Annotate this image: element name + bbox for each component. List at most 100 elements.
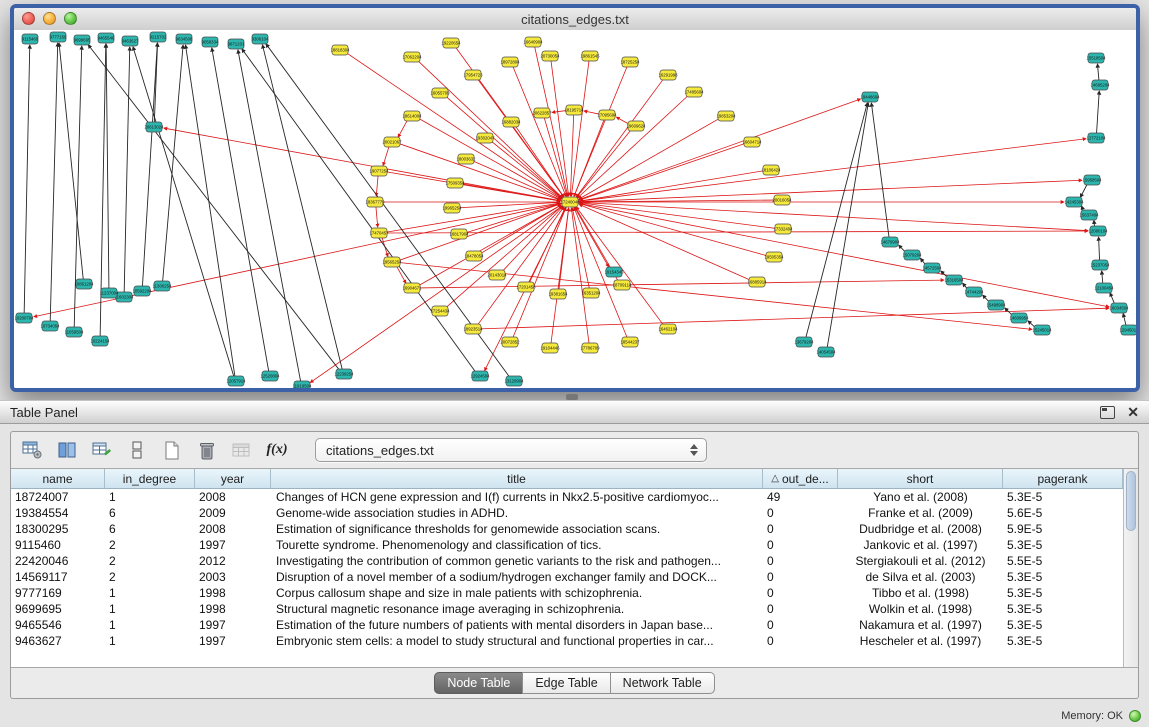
graph-node[interactable]: 20622857 (532, 108, 552, 118)
graph-node[interactable]: 19448694 (860, 92, 880, 102)
tab-edge-table[interactable]: Edge Table (522, 672, 610, 694)
table-row[interactable]: 1456911722003Disruption of a novel membe… (11, 569, 1123, 585)
delete-column-icon[interactable] (194, 437, 220, 463)
graph-node[interactable]: 18003632 (456, 154, 476, 164)
graph-node[interactable]: 19505354 (764, 252, 784, 262)
column-header-year[interactable]: year (195, 469, 271, 488)
column-header-out-degree[interactable]: △out_de... (763, 469, 838, 488)
float-panel-icon[interactable] (1100, 406, 1115, 419)
graph-node[interactable]: 14744204 (964, 287, 984, 297)
graph-node[interactable]: 12239254 (334, 369, 354, 379)
graph-node[interactable]: 18106424 (761, 165, 781, 175)
graph-node[interactable]: 16351204 (581, 288, 601, 298)
graph-node[interactable]: 16640904 (523, 37, 543, 47)
graph-node[interactable]: 20730054 (540, 51, 560, 61)
table-mode-icon[interactable] (19, 437, 45, 463)
graph-node[interactable]: 16291998 (658, 70, 678, 80)
graph-node[interactable]: 19609624 (626, 121, 646, 131)
graph-node[interactable]: 16604714 (742, 137, 762, 147)
graph-node[interactable]: 19861545 (580, 51, 600, 61)
graph-node[interactable]: 15245014 (1032, 325, 1052, 335)
tab-node-table[interactable]: Node Table (434, 672, 523, 694)
graph-node[interactable]: 16055709 (430, 88, 450, 98)
window-minimize-button[interactable] (43, 12, 56, 25)
graph-node[interactable]: 18478054 (464, 251, 484, 261)
graph-node[interactable]: 12945014 (1119, 325, 1136, 335)
table-selector-dropdown[interactable]: citations_edges.txt (315, 438, 707, 462)
edit-table-icon[interactable] (89, 437, 115, 463)
graph-node[interactable]: 12520804 (260, 371, 280, 381)
graph-node[interactable]: 9463627 (122, 36, 139, 46)
graph-node[interactable]: 10592204 (132, 286, 152, 296)
graph-node[interactable]: 10861204 (74, 279, 94, 289)
graph-node[interactable]: 18195714 (564, 105, 584, 115)
graph-node[interactable]: 11919504 (293, 381, 312, 388)
graph-node[interactable]: 20613024 (144, 122, 164, 132)
graph-node[interactable]: 18614004 (402, 111, 422, 121)
graph-node[interactable]: 19853204 (716, 111, 736, 121)
graph-node[interactable]: 17240046 (560, 197, 580, 207)
graph-node[interactable]: 19077254 (369, 166, 389, 176)
import-table-icon[interactable] (229, 437, 255, 463)
graph-node[interactable]: 10200704 (14, 313, 34, 323)
graph-node[interactable]: 11306254 (153, 281, 172, 291)
graph-node[interactable]: 14679904 (880, 237, 900, 247)
window-titlebar[interactable]: citations_edges.txt (14, 8, 1136, 31)
function-builder-icon[interactable]: f(x) (264, 437, 290, 463)
graph-node[interactable]: 12100454 (1094, 283, 1114, 293)
graph-node[interactable]: 16885914 (747, 277, 767, 287)
column-header-pagerank[interactable]: pagerank (1003, 469, 1123, 488)
graph-node[interactable]: 12080104 (1088, 226, 1108, 236)
graph-node[interactable]: 19220654 (441, 38, 461, 48)
graph-node[interactable]: 17485604 (684, 87, 704, 97)
graph-node[interactable]: 17201458 (516, 282, 536, 292)
show-columns-icon[interactable] (54, 437, 80, 463)
table-row[interactable]: 911546021997Tourette syndrome. Phenomeno… (11, 537, 1123, 553)
graph-node[interactable]: 15237054 (1090, 260, 1110, 270)
graph-node[interactable]: 9777169 (50, 32, 67, 42)
graph-node[interactable]: 19104446 (540, 343, 560, 353)
new-column-icon[interactable] (159, 437, 185, 463)
graph-node[interactable]: 18972804 (500, 57, 520, 67)
window-close-button[interactable] (22, 12, 35, 25)
graph-node[interactable]: 18709114 (613, 280, 632, 290)
table-row[interactable]: 2242004622012Investigating the contribut… (11, 553, 1123, 569)
network-canvas[interactable]: 17240046 16291998 18725254 19861545 20730054… (14, 30, 1136, 388)
graph-node[interactable]: 17786709 (580, 343, 600, 353)
graph-node[interactable]: 9634508 (176, 34, 193, 44)
graph-node[interactable]: 9699695 (74, 35, 91, 45)
graph-node[interactable]: 17254434 (430, 306, 450, 316)
graph-node[interactable]: 17954723 (463, 70, 483, 80)
graph-node[interactable]: 15498904 (986, 300, 1006, 310)
graph-node[interactable]: 19154345 (604, 267, 624, 277)
graph-node[interactable]: 16462104 (658, 324, 678, 334)
graph-node[interactable]: 19965254 (442, 203, 462, 213)
table-scrollbar[interactable] (1123, 469, 1138, 667)
graph-node[interactable]: 15637404 (1079, 210, 1099, 220)
graph-node[interactable]: 16882034 (501, 117, 521, 127)
graph-node[interactable]: 14685204 (1090, 80, 1110, 90)
graph-node[interactable]: 16817904 (449, 229, 469, 239)
graph-node[interactable]: 9115460 (22, 34, 39, 44)
graph-node[interactable]: 19302047 (475, 133, 495, 143)
graph-node[interactable]: 10734054 (40, 321, 60, 331)
table-row[interactable]: 946362711997Embryonic stem cells: a mode… (11, 633, 1123, 649)
graph-node[interactable]: 19381654 (548, 289, 568, 299)
table-scrollbar-thumb[interactable] (1126, 471, 1136, 531)
graph-node[interactable]: 10224154 (90, 336, 110, 346)
graph-node[interactable]: 9465546 (98, 33, 115, 43)
graph-node[interactable]: 16034504 (1109, 303, 1129, 313)
window-zoom-button[interactable] (64, 12, 77, 25)
graph-node[interactable]: 15958504 (1082, 175, 1102, 185)
graph-node[interactable]: 17095694 (597, 110, 617, 120)
graph-node[interactable]: 17470457 (369, 228, 389, 238)
graph-node[interactable]: 18725254 (620, 57, 640, 67)
graph-node[interactable]: 20143014 (487, 270, 507, 280)
graph-node[interactable]: 20072852 (500, 337, 520, 347)
graph-node[interactable]: 11059504 (65, 327, 84, 337)
table-row[interactable]: 1872400712008Changes of HCN gene express… (11, 489, 1123, 505)
graph-node[interactable]: 12057914 (226, 376, 246, 386)
column-header-name[interactable]: name (11, 469, 105, 488)
table-row[interactable]: 1938455462009Genome-wide association stu… (11, 505, 1123, 521)
graph-node[interactable]: 14572504 (922, 263, 942, 273)
